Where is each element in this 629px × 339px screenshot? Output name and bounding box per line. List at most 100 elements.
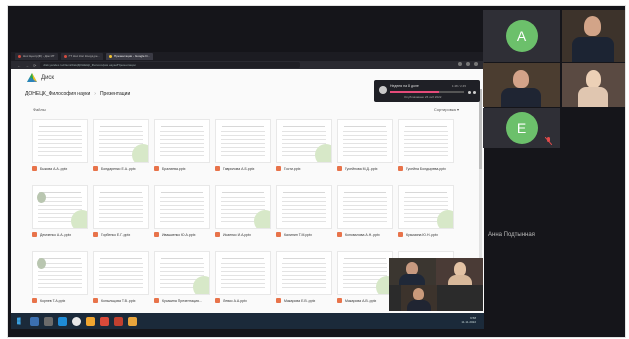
file-card[interactable]: Калинин Т.М.pptx	[276, 185, 332, 244]
taskbar-app-icon[interactable]	[72, 316, 81, 326]
file-thumbnail[interactable]	[337, 185, 393, 229]
reload-icon[interactable]: ⟳	[33, 63, 36, 68]
file-thumbnail[interactable]	[32, 119, 88, 163]
file-card[interactable]: Левко А.А.pptx	[215, 251, 271, 310]
taskbar-app-icon[interactable]	[44, 316, 53, 326]
file-card[interactable]: Коновалова А.Н..pptx	[337, 185, 393, 244]
file-card[interactable]: Демченко А.А..pptx	[32, 185, 88, 244]
browser-tab-active[interactable]: Презентации - Google D...	[106, 53, 154, 60]
file-thumbnail[interactable]	[32, 185, 88, 229]
file-label[interactable]: Кузьмина Ю.Н..pptx	[398, 232, 454, 237]
url-field[interactable]: disk.yandex.ru/client/disk/ДОНЕЦК_Филосо…	[40, 62, 301, 68]
file-name: Копыльцова Т.В..pptx	[101, 298, 136, 303]
file-label[interactable]: Гости.pptx	[276, 166, 332, 171]
extension-icon[interactable]	[458, 62, 462, 66]
menu-icon[interactable]	[474, 62, 478, 66]
browser-tab[interactable]: Нос Центр(Ф) - Док ИТ	[15, 53, 58, 60]
participant-video-tile[interactable]	[483, 63, 560, 107]
file-card[interactable]: Гаврилова А.Б.pptx	[215, 119, 271, 178]
file-label[interactable]: Ивашкенко Ю.А.pptx	[154, 232, 210, 237]
taskbar-app-icon[interactable]	[114, 316, 123, 326]
file-card[interactable]: Гусейнова М.Д..pptx	[337, 119, 393, 178]
file-card[interactable]: Горбенко Е.Г..pptx	[93, 185, 149, 244]
file-card[interactable]: Кусакина Презентация...	[154, 251, 210, 310]
pause-icon[interactable]	[468, 91, 471, 94]
file-label[interactable]: Гусейнова М.Д..pptx	[337, 166, 393, 171]
file-label[interactable]: Копыльцова Т.В..pptx	[93, 298, 149, 303]
media-progress[interactable]	[390, 91, 464, 93]
taskbar-app-icon[interactable]	[58, 316, 67, 326]
file-label[interactable]: Кусакина Презентация...	[154, 298, 210, 303]
participant-face	[454, 262, 466, 276]
file-card[interactable]: Ивашкенко Ю.А.pptx	[154, 185, 210, 244]
participant-video-tile[interactable]	[562, 63, 625, 107]
file-label[interactable]: Макарова А.В..pptx	[337, 298, 393, 303]
file-thumbnail[interactable]	[215, 119, 271, 163]
file-card[interactable]: Макарова Е.В..pptx	[276, 251, 332, 310]
file-label[interactable]: Демченко А.А..pptx	[32, 232, 88, 237]
file-thumbnail[interactable]	[337, 251, 393, 295]
file-card[interactable]: Кузьмина Ю.Н..pptx	[398, 185, 454, 244]
file-label[interactable]: Коновалова А.Н..pptx	[337, 232, 393, 237]
file-card[interactable]: Бондаренко Е.А..pptx	[93, 119, 149, 178]
file-thumbnail[interactable]	[93, 251, 149, 295]
file-thumbnail[interactable]	[337, 119, 393, 163]
file-thumbnail[interactable]	[154, 185, 210, 229]
file-card[interactable]: Макарова А.В..pptx	[337, 251, 393, 310]
file-label[interactable]: Макарова Е.В..pptx	[276, 298, 332, 303]
file-thumbnail[interactable]	[276, 119, 332, 163]
file-thumbnail[interactable]	[215, 251, 271, 295]
file-card[interactable]: Бралиева.pptx	[154, 119, 210, 178]
file-label[interactable]: Бралиева.pptx	[154, 166, 210, 171]
file-thumbnail[interactable]	[154, 251, 210, 295]
files-tab[interactable]: Файлы	[33, 107, 46, 112]
browser-tab-bar: Нос Центр(Ф) - Док ИТ ГТ Нос Коп Коорд.р…	[11, 52, 484, 61]
file-card[interactable]: Исаенко И.А.pptx	[215, 185, 271, 244]
thumbnail-text-lines	[343, 263, 387, 288]
participant-video-tile[interactable]	[562, 10, 625, 62]
pptx-file-icon	[154, 298, 159, 303]
file-card[interactable]: Корнев Т.А.pptx	[32, 251, 88, 310]
browser-tab[interactable]: ГТ Нос Коп Коорд.ре...	[60, 53, 104, 60]
file-thumbnail[interactable]	[93, 119, 149, 163]
file-label[interactable]: Бондаренко Е.А..pptx	[93, 166, 149, 171]
file-label[interactable]: Корнев Т.А.pptx	[32, 298, 88, 303]
file-label[interactable]: Быкова А.А..pptx	[32, 166, 88, 171]
file-label[interactable]: Гаврилова А.Б.pptx	[215, 166, 271, 171]
media-notification[interactable]: Неделя на 8 доле 1:48 / 2:45 Опубликован…	[374, 80, 480, 102]
system-tray-clock[interactable]: 9:58 11.11.2022	[461, 316, 476, 324]
profile-icon[interactable]	[466, 62, 470, 66]
taskbar-app-icon[interactable]	[100, 316, 109, 326]
file-thumbnail[interactable]	[398, 185, 454, 229]
file-label[interactable]: Левко А.А.pptx	[215, 298, 271, 303]
file-label[interactable]: Горбенко Е.Г..pptx	[93, 232, 149, 237]
next-icon[interactable]	[473, 91, 476, 94]
file-name: Горбенко Е.Г..pptx	[101, 232, 131, 237]
file-thumbnail[interactable]	[398, 119, 454, 163]
file-card[interactable]: Гости.pptx	[276, 119, 332, 178]
windows-start-icon[interactable]	[17, 317, 21, 325]
file-card[interactable]: Быкова А.А..pptx	[32, 119, 88, 178]
file-label[interactable]: Калинин Т.М.pptx	[276, 232, 332, 237]
file-thumbnail[interactable]	[276, 185, 332, 229]
file-thumbnail[interactable]	[154, 119, 210, 163]
file-thumbnail[interactable]	[215, 185, 271, 229]
file-thumbnail[interactable]	[93, 185, 149, 229]
pip-video-window[interactable]	[389, 258, 483, 311]
sort-dropdown[interactable]: Сортировка ▾	[434, 107, 459, 112]
taskbar-app-icon[interactable]	[128, 316, 137, 326]
forward-icon[interactable]: →	[25, 63, 29, 68]
file-label[interactable]: Исаенко И.А.pptx	[215, 232, 271, 237]
file-label[interactable]: Гусейна Болдырева.pptx	[398, 166, 454, 171]
file-thumbnail[interactable]	[32, 251, 88, 295]
file-card[interactable]: Копыльцова Т.В..pptx	[93, 251, 149, 310]
participant-tile[interactable]: А	[483, 10, 560, 62]
taskbar-app-icon[interactable]	[86, 316, 95, 326]
disk-logo-icon[interactable]	[27, 73, 37, 82]
file-card[interactable]: Гусейна Болдырева.pptx	[398, 119, 454, 178]
taskbar-app-icon[interactable]	[30, 316, 39, 326]
breadcrumb-folder-parent[interactable]: ДОНЕЦК_Философия науки	[25, 91, 90, 97]
back-icon[interactable]: ←	[17, 63, 21, 68]
participant-tile[interactable]: Е	[483, 108, 560, 148]
file-thumbnail[interactable]	[276, 251, 332, 295]
